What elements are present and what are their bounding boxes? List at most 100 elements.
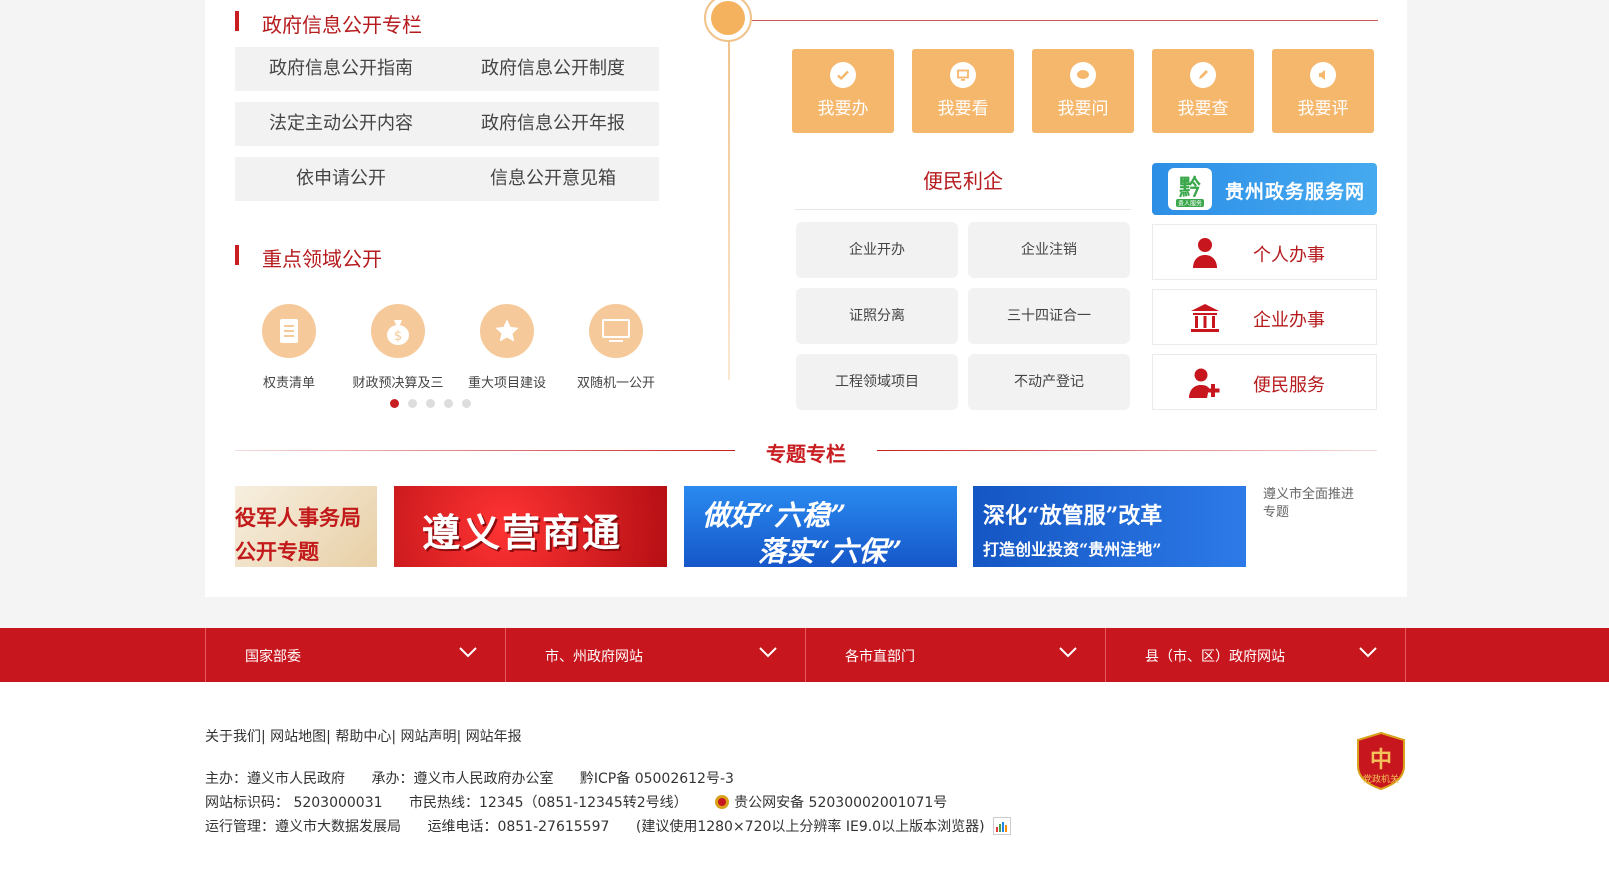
action-button-rate[interactable]: 我要评 xyxy=(1272,49,1374,133)
check-icon xyxy=(830,62,856,88)
nav-city-sites[interactable]: 市、州政府网站 xyxy=(505,628,805,682)
carousel-dot[interactable] xyxy=(462,399,471,408)
link-info-guide[interactable]: 政府信息公开指南 xyxy=(235,47,447,91)
action-button-ask[interactable]: 我要问 xyxy=(1032,49,1134,133)
link-annual-report[interactable]: 政府信息公开年报 xyxy=(447,102,659,146)
chat-icon xyxy=(1070,62,1096,88)
footer-link-sitemap[interactable]: 网站地图 xyxy=(270,729,326,745)
nav-national-ministries[interactable]: 国家部委 xyxy=(205,628,505,682)
footer-browser-note: (建议使用1280×720以上分辨率 IE9.0以上版本浏览器) xyxy=(635,819,985,835)
convenience-item[interactable]: 工程领域项目 xyxy=(796,354,958,410)
monitor-icon xyxy=(589,304,643,358)
service-convenience[interactable]: 便民服务 xyxy=(1152,354,1377,410)
footer-link-annual[interactable]: 网站年报 xyxy=(466,729,522,745)
guizhou-logo-icon: 黔贵人服务 xyxy=(1168,168,1212,210)
carousel-dot[interactable] xyxy=(444,399,453,408)
convenience-item[interactable]: 三十四证合一 xyxy=(968,288,1130,344)
banner-line: 公开专题 xyxy=(235,539,319,564)
star-icon xyxy=(480,304,534,358)
key-domain-item[interactable]: 重大项目建设 xyxy=(452,304,562,391)
nav-separator xyxy=(1405,628,1406,682)
footer-line-host: 主办：遵义市人民政府 承办：遵义市人民政府办公室 黔ICP备 05002612号… xyxy=(205,768,756,788)
service-enterprise[interactable]: 企业办事 xyxy=(1152,289,1377,345)
nav-label: 县（市、区）政府网站 xyxy=(1145,649,1285,665)
section-marker xyxy=(235,245,239,265)
service-label: 企业办事 xyxy=(1253,310,1325,331)
footer-host: 主办：遵义市人民政府 xyxy=(205,771,345,787)
list-icon xyxy=(262,304,316,358)
timeline-line xyxy=(728,40,730,380)
carousel-dot[interactable] xyxy=(426,399,435,408)
topic-banner-reform[interactable]: 深化“放管服”改革 打造创业投资“贵州洼地” xyxy=(973,486,1246,567)
carousel-dot[interactable] xyxy=(390,399,399,408)
convenience-divider xyxy=(795,209,1131,210)
building-icon xyxy=(1188,302,1222,334)
banner-line: 役军人事务局 xyxy=(235,505,361,530)
convenience-title: 便民利企 xyxy=(923,169,1003,193)
nav-city-departments[interactable]: 各市直部门 xyxy=(805,628,1105,682)
footer-ops: 运行管理：遵义市大数据发展局 xyxy=(205,819,401,835)
link-apply-disclosure[interactable]: 依申请公开 xyxy=(235,157,447,201)
convenience-item[interactable]: 企业开办 xyxy=(796,222,958,278)
key-domain-label: 财政预决算及三 xyxy=(352,376,444,391)
topic-divider-left xyxy=(235,450,735,451)
topic-banner-veterans[interactable]: 役军人事务局 公开专题 xyxy=(235,486,377,567)
key-domains-title: 重点领域公开 xyxy=(262,247,382,271)
key-domain-item[interactable]: 权责清单 xyxy=(234,304,344,391)
header-divider xyxy=(752,20,1378,21)
action-label: 我要办 xyxy=(817,99,869,119)
footer-link-about[interactable]: 关于我们 xyxy=(205,729,261,745)
key-domain-item[interactable]: 双随机一公开 xyxy=(561,304,671,391)
service-label: 个人办事 xyxy=(1253,245,1325,266)
action-label: 我要查 xyxy=(1177,99,1229,119)
link-info-system[interactable]: 政府信息公开制度 xyxy=(447,47,659,91)
chevron-down-icon xyxy=(459,647,477,658)
footer-line-contact: 网站标识码： 5203000031 市民热线：12345（0851-12345转… xyxy=(205,792,969,812)
police-badge-icon xyxy=(715,795,730,809)
chevron-down-icon xyxy=(759,647,777,658)
action-button-handle[interactable]: 我要办 xyxy=(792,49,894,133)
carousel-dot[interactable] xyxy=(408,399,417,408)
action-label: 我要评 xyxy=(1297,99,1349,119)
money-bag-icon: $ xyxy=(371,304,425,358)
topic-banner-six-stability[interactable]: 做好“六稳” 落实“六保” xyxy=(684,486,957,567)
stats-icon[interactable] xyxy=(993,817,1012,835)
topic-banner-broken-image[interactable]: 遵义市全面推进 专题 xyxy=(1263,486,1377,567)
pen-icon xyxy=(1190,62,1216,88)
topics-title: 专题专栏 xyxy=(766,442,846,466)
logo-sub: 贵人服务 xyxy=(1178,200,1202,208)
info-section-title: 政府信息公开专栏 xyxy=(262,13,422,37)
convenience-item[interactable]: 企业注销 xyxy=(968,222,1130,278)
banner-line: 深化“放管服”改革 xyxy=(983,503,1163,529)
convenience-item[interactable]: 不动产登记 xyxy=(968,354,1130,410)
banner-line: 做好“六稳” xyxy=(702,499,847,532)
chevron-down-icon xyxy=(1059,647,1077,658)
footer-links: 关于我们| 网站地图| 帮助中心| 网站声明| 网站年报 xyxy=(205,729,522,745)
nav-label: 市、州政府网站 xyxy=(545,649,643,665)
service-personal[interactable]: 个人办事 xyxy=(1152,224,1377,280)
footer-icp[interactable]: 黔ICP备 05002612号-3 xyxy=(580,771,734,787)
topic-banner-business[interactable]: 遵义营商通 xyxy=(394,486,667,567)
convenience-item[interactable]: 证照分离 xyxy=(796,288,958,344)
banner-alt-text: 专题 xyxy=(1263,505,1290,520)
action-button-view[interactable]: 我要看 xyxy=(912,49,1014,133)
nav-county-sites[interactable]: 县（市、区）政府网站 xyxy=(1105,628,1405,682)
link-legal-content[interactable]: 法定主动公开内容 xyxy=(235,102,447,146)
key-domain-item[interactable]: $ 财政预决算及三 xyxy=(343,304,453,391)
guizhou-service-banner[interactable]: 黔贵人服务 贵州政务服务网 xyxy=(1152,163,1377,215)
chevron-down-icon xyxy=(1359,647,1377,658)
link-feedback-box[interactable]: 信息公开意见箱 xyxy=(447,157,659,201)
party-government-badge-icon[interactable]: 中 党政机关 xyxy=(1356,732,1406,790)
timeline-circle-inner xyxy=(711,1,745,35)
action-label: 我要问 xyxy=(1057,99,1109,119)
person-icon xyxy=(1188,237,1222,269)
info-row: 政府信息公开指南 政府信息公开制度 xyxy=(235,47,659,91)
footer-link-help[interactable]: 帮助中心 xyxy=(335,729,391,745)
banner-line: 遵义营商通 xyxy=(422,510,623,555)
footer-link-statement[interactable]: 网站声明 xyxy=(401,729,457,745)
banner-line: 打造创业投资“贵州洼地” xyxy=(983,540,1162,559)
action-button-search[interactable]: 我要查 xyxy=(1152,49,1254,133)
footer-public-security[interactable]: 贵公网安备 52030002001071号 xyxy=(734,795,947,811)
badge-text: 党政机关 xyxy=(1363,773,1399,785)
nav-label: 各市直部门 xyxy=(845,649,915,665)
